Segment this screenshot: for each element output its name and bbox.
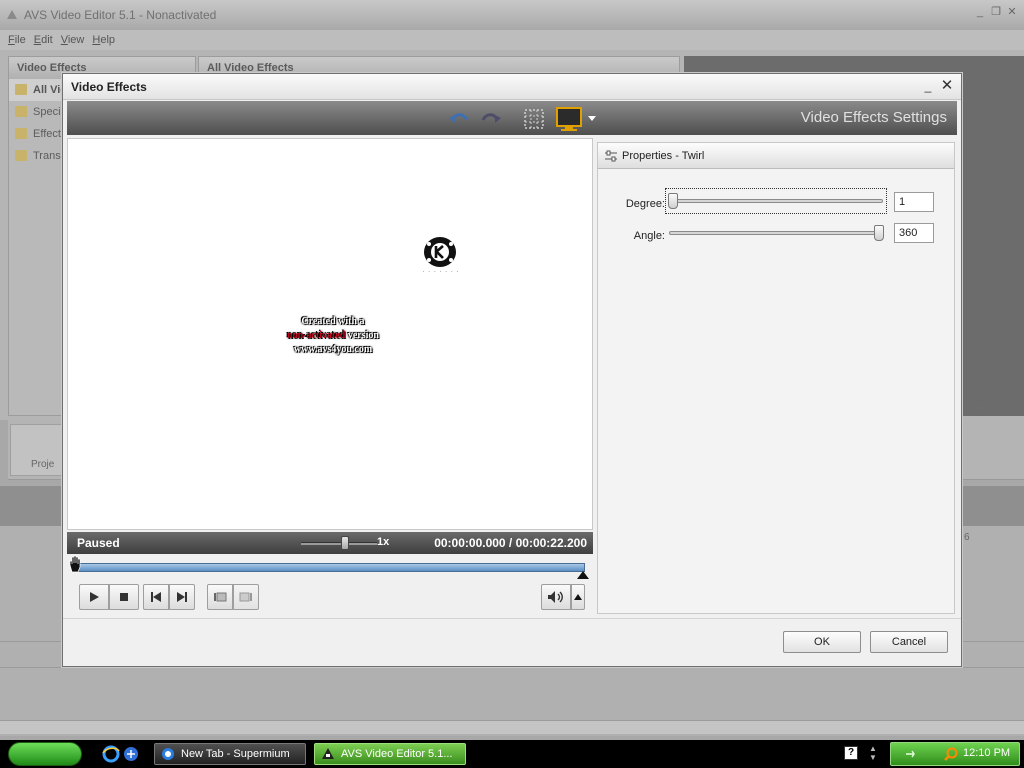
playback-speed: 1x: [377, 536, 390, 548]
segment-icon: [239, 592, 252, 602]
stop-button[interactable]: [109, 584, 139, 610]
dialog-toolbar: Video Effects Settings: [67, 101, 957, 135]
degree-input[interactable]: 1: [894, 192, 934, 212]
angle-slider-thumb[interactable]: [874, 225, 884, 241]
degree-label: Degree:: [625, 198, 665, 210]
skip-back-icon: [151, 592, 161, 602]
menu-help[interactable]: Help: [92, 34, 115, 46]
dialog-titlebar: Video Effects _ ✕: [63, 74, 961, 100]
help-icon[interactable]: ?: [844, 746, 858, 760]
folder-icon: [15, 128, 27, 139]
folder-icon: [15, 150, 27, 161]
menu-edit[interactable]: Edit: [34, 34, 53, 46]
toolbar-title: Video Effects Settings: [800, 109, 947, 126]
play-button[interactable]: [79, 584, 109, 610]
mark-in-button[interactable]: [207, 584, 233, 610]
avs-logo-icon: [420, 235, 460, 269]
logo-caption: · · · · · · ·: [422, 269, 460, 275]
mark-out-button[interactable]: [233, 584, 259, 610]
clock: 12:10 PM: [963, 747, 1011, 759]
redo-icon[interactable]: [479, 108, 503, 130]
app-menubar: File Edit View Help: [0, 30, 1024, 50]
chevron-down-icon[interactable]: [587, 113, 597, 123]
total-time: 00:00:22.200: [515, 536, 587, 550]
playback-status-bar: Paused 1x 00:00:00.000 / 00:00:22.200: [67, 532, 593, 554]
avs-app-icon: [6, 9, 18, 21]
speaker-icon: [548, 591, 563, 603]
playback-controls: [67, 580, 593, 616]
restore-icon[interactable]: ❐: [990, 6, 1002, 18]
chevron-up-icon: [574, 594, 582, 600]
degree-slider-thumb[interactable]: [668, 193, 678, 209]
app-titlebar: AVS Video Editor 5.1 - Nonactivated _ ❐ …: [0, 0, 1024, 30]
ok-button[interactable]: OK: [783, 631, 861, 653]
projects-button[interactable]: Proje: [10, 424, 66, 476]
tray-expand-icon[interactable]: ▲ ▼: [866, 744, 880, 764]
volume-button[interactable]: [541, 584, 571, 610]
main-preview-time: 00:00.000: [960, 402, 1009, 414]
menu-view[interactable]: View: [61, 34, 85, 46]
video-effects-dialog: Video Effects _ ✕ Video Effects Settings: [62, 73, 962, 667]
nonactivated-watermark: Created with a non-activated version www…: [287, 316, 379, 355]
properties-title: Properties - Twirl: [622, 150, 705, 162]
avs-app-icon: [321, 747, 335, 761]
degree-slider-track[interactable]: [671, 199, 883, 203]
monitor-icon[interactable]: [555, 106, 583, 132]
seek-bar[interactable]: [73, 563, 585, 572]
playback-time: 00:00:00.000 / 00:00:22.200: [434, 536, 587, 550]
hand-cursor-icon: [67, 555, 83, 573]
app-window-buttons: _ ❐ ✕: [974, 6, 1018, 18]
task-new-tab-supermium[interactable]: New Tab - Supermium: [154, 743, 306, 765]
app-title: AVS Video Editor 5.1 - Nonactivated: [24, 8, 217, 22]
dialog-title: Video Effects: [71, 80, 147, 94]
stop-icon: [120, 593, 128, 601]
play-icon: [90, 592, 99, 602]
search-icon[interactable]: [943, 746, 959, 762]
show-desktop-icon[interactable]: [122, 745, 140, 763]
speed-slider-track[interactable]: [301, 542, 377, 545]
taskbar: New Tab - Supermium AVS Video Editor 5.1…: [0, 740, 1024, 768]
segment-icon: [214, 592, 227, 602]
folder-icon: [15, 106, 27, 117]
internet-explorer-icon[interactable]: [102, 745, 120, 763]
timeline-ruler-label: 6: [964, 532, 970, 543]
browser-icon: [161, 747, 175, 761]
close-icon[interactable]: ✕: [1006, 6, 1018, 18]
system-tray: 12:10 PM: [890, 742, 1020, 766]
speed-slider-thumb[interactable]: [341, 536, 349, 550]
current-time: 00:00:00.000: [434, 536, 506, 550]
angle-slider-track[interactable]: [669, 231, 883, 235]
seek-end-marker-icon[interactable]: [576, 570, 590, 580]
skip-forward-icon: [177, 592, 187, 602]
previous-frame-button[interactable]: [143, 584, 169, 610]
close-icon[interactable]: ✕: [939, 77, 955, 95]
time-separator: /: [505, 536, 516, 550]
angle-input[interactable]: 360: [894, 223, 934, 243]
cancel-button[interactable]: Cancel: [870, 631, 948, 653]
network-icon[interactable]: [905, 750, 915, 758]
volume-menu-button[interactable]: [571, 584, 585, 610]
minimize-icon[interactable]: _: [974, 6, 986, 18]
minimize-icon[interactable]: _: [921, 78, 935, 94]
menu-file[interactable]: File: [8, 34, 26, 46]
playback-state: Paused: [77, 536, 120, 550]
folder-icon: [15, 84, 27, 95]
undo-icon[interactable]: [447, 108, 471, 130]
timeline-scrollbar[interactable]: [0, 720, 1024, 734]
start-button[interactable]: [8, 742, 82, 766]
sliders-icon: [604, 150, 618, 162]
properties-header[interactable]: Properties - Twirl: [598, 143, 954, 169]
grid-icon[interactable]: [523, 108, 545, 130]
next-frame-button[interactable]: [169, 584, 195, 610]
task-avs-video-editor[interactable]: AVS Video Editor 5.1...: [314, 743, 466, 765]
effect-preview: · · · · · · · Created with a non-activat…: [67, 138, 593, 530]
angle-label: Angle:: [633, 230, 665, 242]
